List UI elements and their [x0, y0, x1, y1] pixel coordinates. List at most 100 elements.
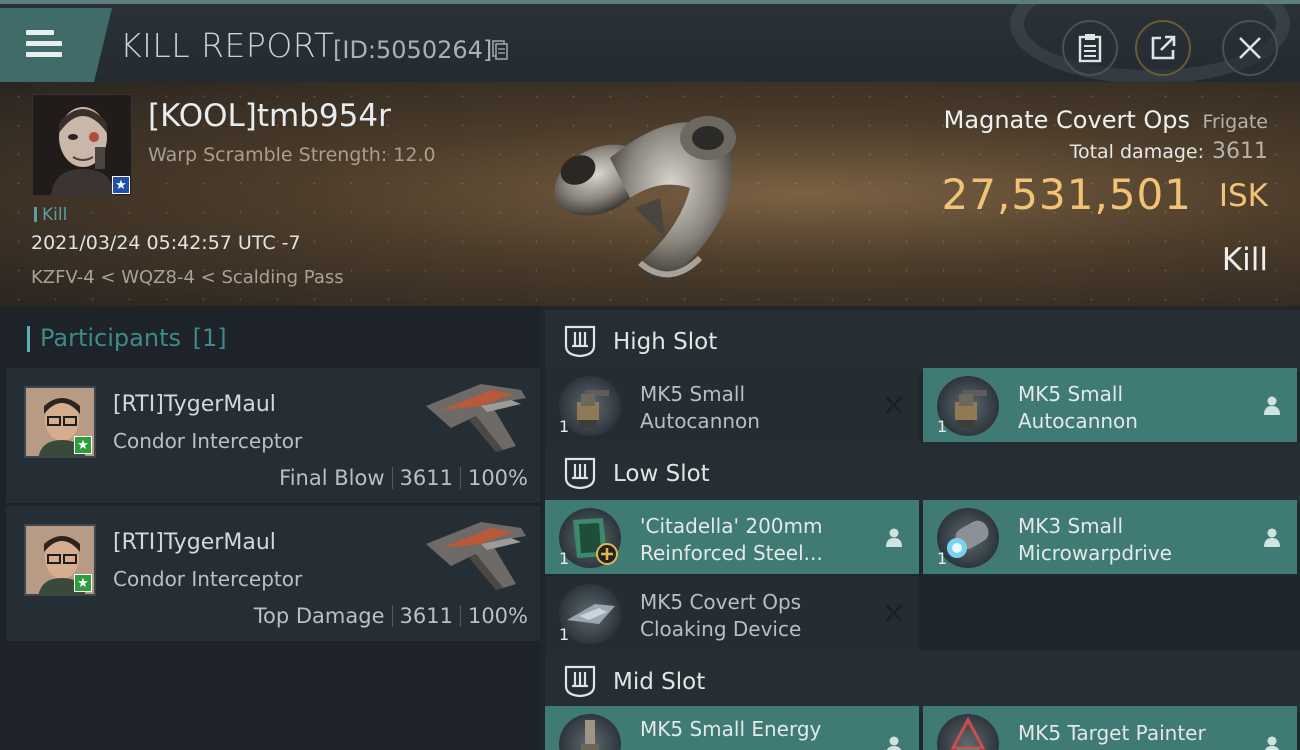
- participant-percent: 100%: [467, 604, 528, 628]
- participant-role: Final Blow: [279, 466, 385, 490]
- victim-name[interactable]: [KOOL]tmb954r: [148, 98, 391, 134]
- module-item[interactable]: 1 MK5 Small Autocannon: [923, 368, 1297, 442]
- victim-banner: ★ [KOOL]tmb954r Warp Scramble Strength: …: [0, 82, 1300, 306]
- target-painter-icon: [937, 714, 999, 750]
- item-name-line2: Autocannon: [1018, 409, 1138, 433]
- top-bar: KILL REPORT [ID:5050264]: [0, 0, 1300, 84]
- close-icon: [1239, 37, 1261, 59]
- participant-card[interactable]: ★ [RTI]TygerMaul Condor Interceptor Fina…: [6, 368, 540, 504]
- participants-panel: Participants [1] ★ [RTI]TygerMaul Condor…: [0, 306, 541, 750]
- share-icon: [1151, 35, 1176, 60]
- page-title: KILL REPORT: [120, 26, 335, 65]
- close-button[interactable]: [1222, 20, 1278, 76]
- total-damage-label: Total damage:: [1069, 141, 1204, 163]
- standing-star-icon: ★: [74, 436, 92, 454]
- item-name: MK5 Small Autocannon: [640, 381, 760, 435]
- victim-portrait[interactable]: ★: [32, 94, 132, 196]
- participant-name[interactable]: [RTI]TygerMaul: [113, 530, 276, 555]
- copy-icon[interactable]: [492, 40, 508, 60]
- item-quantity: 1: [559, 417, 570, 436]
- low-slot-icon: [564, 457, 596, 490]
- item-name: MK5 Covert Ops Cloaking Device: [640, 589, 801, 643]
- item-name-line1: 'Citadella' 200mm: [640, 514, 823, 538]
- item-name-line1: MK5 Target Painter: [1018, 721, 1206, 745]
- kill-tag: Kill: [34, 205, 67, 225]
- result-label: Kill: [1221, 242, 1268, 278]
- menu-button[interactable]: [0, 8, 112, 82]
- kill-timestamp: 2021/03/24 05:42:57 UTC -7: [31, 232, 301, 254]
- participants-header: Participants [1]: [27, 324, 227, 352]
- warp-scramble-strength: Warp Scramble Strength: 12.0: [148, 144, 436, 166]
- destroyed-x-icon: [885, 604, 903, 622]
- item-name: 'Citadella' 200mm Reinforced Steel...: [640, 513, 823, 567]
- clipboard-icon: [1078, 34, 1102, 63]
- item-quantity: 1: [559, 549, 570, 568]
- high-slot-label: High Slot: [613, 329, 718, 355]
- item-name-line1: MK5 Small: [1018, 382, 1123, 406]
- low-slot-label: Low Slot: [613, 461, 710, 487]
- participant-ship: Condor Interceptor: [113, 567, 303, 591]
- participant-avatar[interactable]: ★: [24, 386, 96, 458]
- item-name-line1: MK5 Covert Ops: [640, 590, 802, 614]
- item-quantity: 1: [937, 417, 948, 436]
- participant-ship-image: [426, 522, 526, 590]
- dropped-person-icon: [1264, 396, 1280, 415]
- participant-damage: 3611: [399, 604, 453, 628]
- item-quantity: 1: [559, 625, 570, 644]
- item-name: MK5 Small Energy: [640, 716, 821, 743]
- low-slot-header: Low Slot: [545, 442, 1300, 504]
- hamburger-icon: [26, 30, 62, 63]
- module-item[interactable]: MK5 Small Energy: [545, 706, 919, 750]
- divider: [391, 467, 393, 489]
- share-button[interactable]: [1135, 20, 1191, 76]
- item-name: MK5 Target Painter: [1018, 720, 1206, 747]
- dropped-person-icon: [886, 736, 902, 750]
- total-damage-value: 3611: [1212, 139, 1268, 164]
- clipboard-button[interactable]: [1062, 20, 1118, 76]
- participants-count: [1]: [192, 324, 227, 352]
- item-name: MK5 Small Autocannon: [1018, 381, 1138, 435]
- item-name-line2: Cloaking Device: [640, 617, 802, 641]
- participant-name[interactable]: [RTI]TygerMaul: [113, 392, 276, 417]
- item-name-line1: MK3 Small: [1018, 514, 1123, 538]
- energy-module-icon: [559, 714, 621, 750]
- item-name-line2: Reinforced Steel...: [640, 541, 823, 565]
- ship-class: Frigate: [1202, 111, 1268, 133]
- item-name: MK3 Small Microwarpdrive: [1018, 513, 1172, 567]
- mid-slot-icon: [564, 665, 596, 698]
- dropped-person-icon: [1264, 736, 1280, 750]
- item-name-line1: MK5 Small Energy: [640, 717, 822, 741]
- participant-card[interactable]: ★ [RTI]TygerMaul Condor Interceptor Top …: [6, 506, 540, 642]
- fitting-panel: High Slot 1 MK5 Small Autocannon 1 MK5 S…: [541, 306, 1300, 750]
- ship-name[interactable]: Magnate Covert Ops: [944, 106, 1190, 134]
- module-item[interactable]: 1 'Citadella' 200mm Reinforced Steel...: [545, 500, 919, 574]
- isk-unit: ISK: [1218, 178, 1268, 214]
- module-item[interactable]: 1 MK3 Small Microwarpdrive: [923, 500, 1297, 574]
- participants-title: Participants: [40, 324, 181, 352]
- participant-avatar[interactable]: ★: [24, 524, 96, 596]
- participant-ship-image: [426, 384, 526, 452]
- module-item[interactable]: 1 MK5 Small Autocannon: [545, 368, 919, 442]
- module-item[interactable]: MK5 Target Painter: [923, 706, 1297, 750]
- participant-role: Top Damage: [253, 604, 385, 628]
- divider: [459, 467, 461, 489]
- victim-ship-image: [554, 116, 736, 281]
- item-name-line1: MK5 Small: [640, 382, 745, 406]
- standing-star-icon: ★: [74, 574, 92, 592]
- participant-ship: Condor Interceptor: [113, 429, 303, 453]
- isk-value: 27,531,501: [941, 170, 1192, 219]
- destroyed-x-icon: [885, 396, 903, 414]
- participant-stats: Final Blow 3611 100%: [279, 466, 528, 490]
- divider: [391, 605, 393, 627]
- report-id: [ID:5050264]: [333, 36, 493, 64]
- mid-slot-header: Mid Slot: [545, 650, 1300, 712]
- participant-stats: Top Damage 3611 100%: [254, 604, 528, 628]
- mid-slot-label: Mid Slot: [613, 669, 706, 695]
- kill-location[interactable]: KZFV-4 < WQZ8-4 < Scalding Pass: [31, 267, 344, 288]
- high-slot-icon: [564, 325, 596, 358]
- high-slot-header: High Slot: [545, 310, 1300, 372]
- divider: [459, 605, 461, 627]
- module-item[interactable]: 1 MK5 Covert Ops Cloaking Device: [545, 576, 919, 650]
- dropped-person-icon: [1264, 528, 1280, 547]
- participant-damage: 3611: [399, 466, 453, 490]
